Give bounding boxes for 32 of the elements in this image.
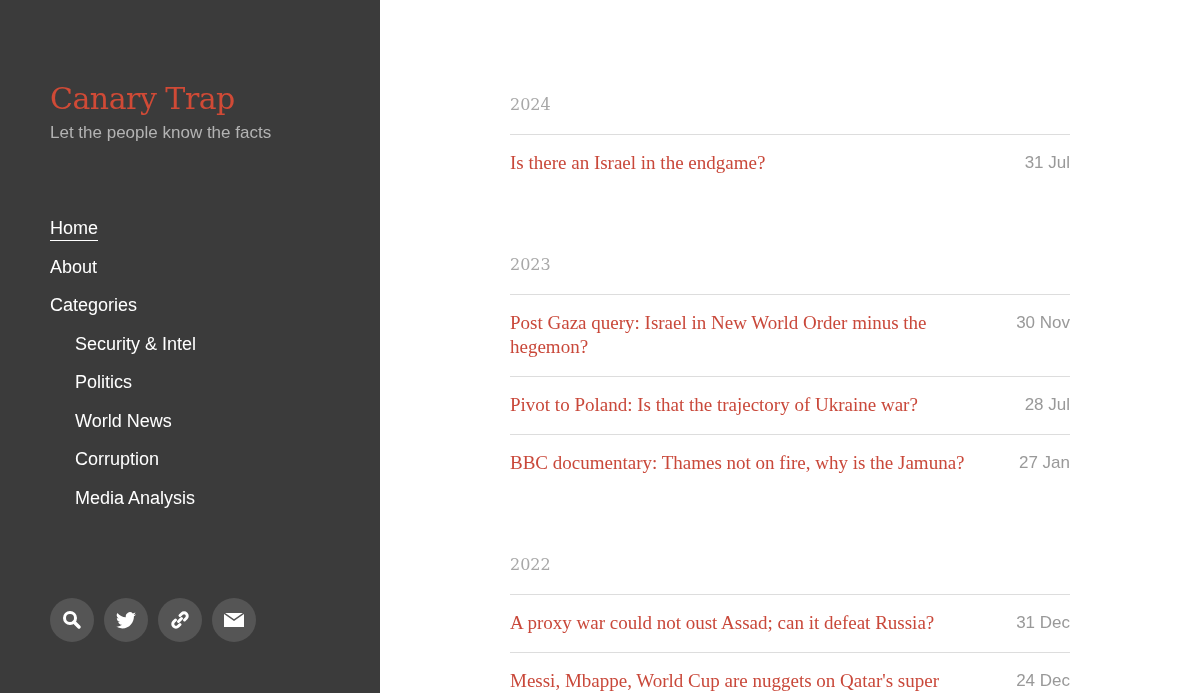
- post-date: 31 Jul: [1024, 152, 1070, 174]
- search-icon: [62, 610, 82, 630]
- year-heading: 2024: [510, 94, 552, 116]
- post-link[interactable]: Messi, Mbappe, World Cup are nuggets on Qatar's super: [510, 669, 939, 693]
- nav-link[interactable]: Corruption: [75, 449, 160, 472]
- post-date: 24 Dec: [1016, 670, 1070, 692]
- post-date: 30 Nov: [1016, 312, 1070, 334]
- year-heading: 2023: [510, 254, 552, 276]
- nav-link[interactable]: Categories: [50, 295, 138, 318]
- post-date: 31 Dec: [1016, 612, 1070, 634]
- year-heading: 2022: [510, 554, 552, 576]
- chain-link-icon: [170, 610, 190, 630]
- post-link[interactable]: Post Gaza query: Israel in New World Order minus the hegemon?: [510, 311, 987, 359]
- post-link[interactable]: Pivot to Poland: Is that the trajectory of Ukraine war?: [510, 393, 918, 417]
- site-tagline: Let the people know the facts: [50, 122, 273, 144]
- email-button[interactable]: [212, 598, 256, 642]
- nav-link[interactable]: World News: [75, 410, 172, 434]
- post-date: 28 Jul: [1024, 394, 1070, 416]
- search-button[interactable]: [50, 598, 94, 642]
- bird-icon: [116, 611, 136, 629]
- envelope-icon: [224, 612, 244, 628]
- post-link[interactable]: A proxy war could not oust Assad; can it defeat Russia?: [510, 611, 935, 635]
- twitter-button[interactable]: [104, 598, 148, 642]
- nav-link[interactable]: Media Analysis: [75, 487, 196, 511]
- post-link[interactable]: Is there an Israel in the endgame?: [510, 151, 766, 175]
- nav-link[interactable]: Home: [50, 218, 98, 241]
- post-date: 27 Jan: [1018, 452, 1070, 474]
- post-link[interactable]: BBC documentary: Thames not on fire, why is the Jamuna?: [510, 451, 965, 475]
- link-button[interactable]: [158, 598, 202, 642]
- nav-link[interactable]: About: [50, 256, 98, 280]
- nav-link[interactable]: Politics: [75, 372, 132, 395]
- nav-link[interactable]: Security & Intel: [75, 333, 197, 357]
